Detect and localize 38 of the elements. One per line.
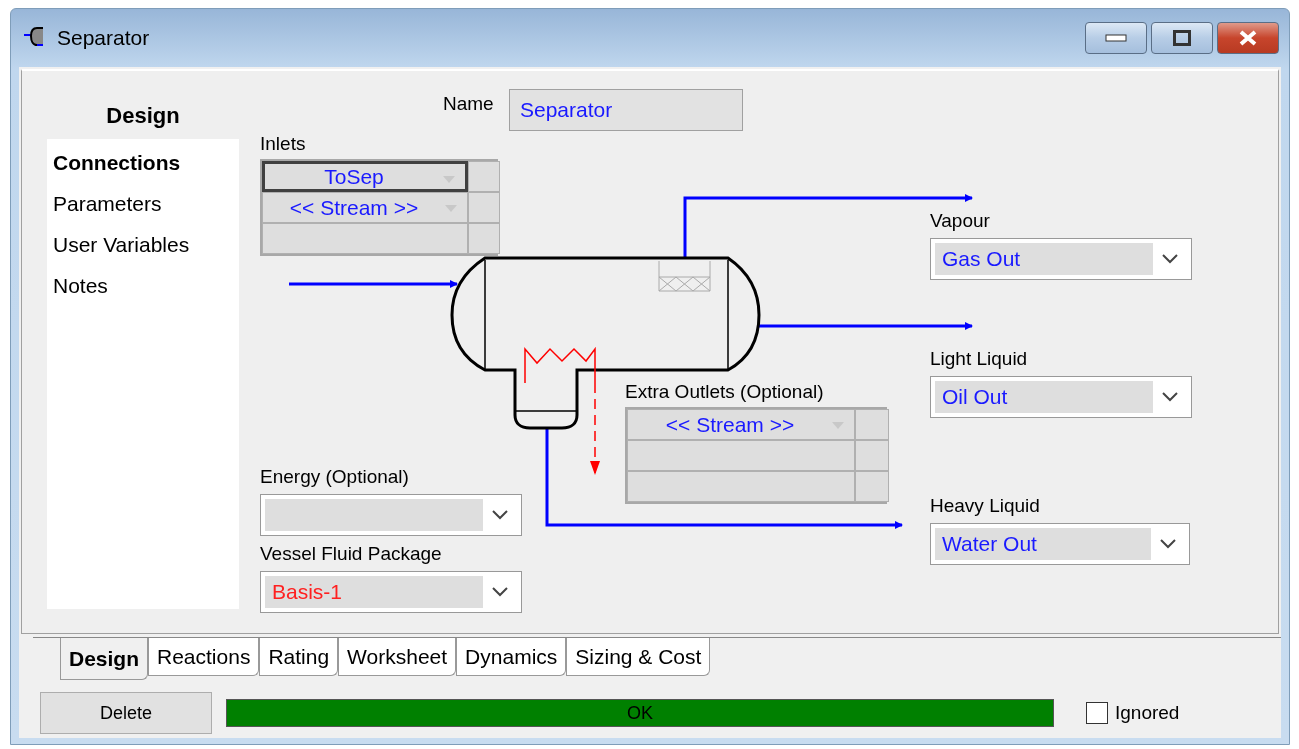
tab[interactable]: Worksheet	[338, 638, 457, 676]
tab[interactable]: Sizing & Cost	[566, 638, 711, 676]
energy-dropdown[interactable]	[260, 494, 522, 536]
field-label: Name	[443, 93, 494, 115]
close-button[interactable]	[1217, 22, 1279, 54]
minimize-button[interactable]	[1085, 22, 1147, 54]
stream-cell[interactable]: << Stream >>	[627, 409, 855, 440]
maximize-icon	[1173, 30, 1191, 46]
page-item[interactable]: Notes	[47, 270, 239, 304]
field-label: Extra Outlets (Optional)	[625, 381, 825, 403]
tab[interactable]: Reactions	[148, 638, 260, 676]
stream-dropdown[interactable]: Water Out	[930, 523, 1190, 565]
field-label: Heavy Liquid	[930, 495, 1041, 517]
minimize-icon	[1105, 34, 1127, 42]
status-bar: OK	[226, 699, 1054, 727]
tab[interactable]: Design	[60, 638, 148, 680]
field-label: Vessel Fluid Package	[260, 543, 443, 565]
stream-dropdown[interactable]: Gas Out	[930, 238, 1192, 280]
page-item[interactable]: User Variables	[47, 229, 239, 263]
name-field[interactable]: Separator	[509, 89, 743, 131]
field-label: Vapour	[930, 210, 991, 232]
stream-cell[interactable]: << Stream >>	[262, 192, 468, 223]
page-item[interactable]: Connections	[47, 147, 239, 181]
ignored-checkbox[interactable]	[1086, 702, 1108, 724]
field-label: Light Liquid	[930, 348, 1029, 370]
page-item[interactable]: Parameters	[47, 188, 239, 222]
delete-button[interactable]: Delete	[40, 692, 212, 734]
checkbox-label: Ignored	[1115, 702, 1180, 724]
maximize-button[interactable]	[1151, 22, 1213, 54]
close-icon	[1238, 30, 1258, 46]
section-title: Design	[105, 103, 181, 129]
window-title: Separator	[57, 26, 150, 50]
field-label: Energy (Optional)	[260, 466, 410, 488]
tab[interactable]: Dynamics	[456, 638, 567, 676]
stream-cell[interactable]: ToSep	[262, 161, 468, 192]
field-label: Inlets	[260, 133, 307, 155]
stream-dropdown[interactable]: Oil Out	[930, 376, 1192, 418]
tab[interactable]: Rating	[259, 638, 339, 676]
